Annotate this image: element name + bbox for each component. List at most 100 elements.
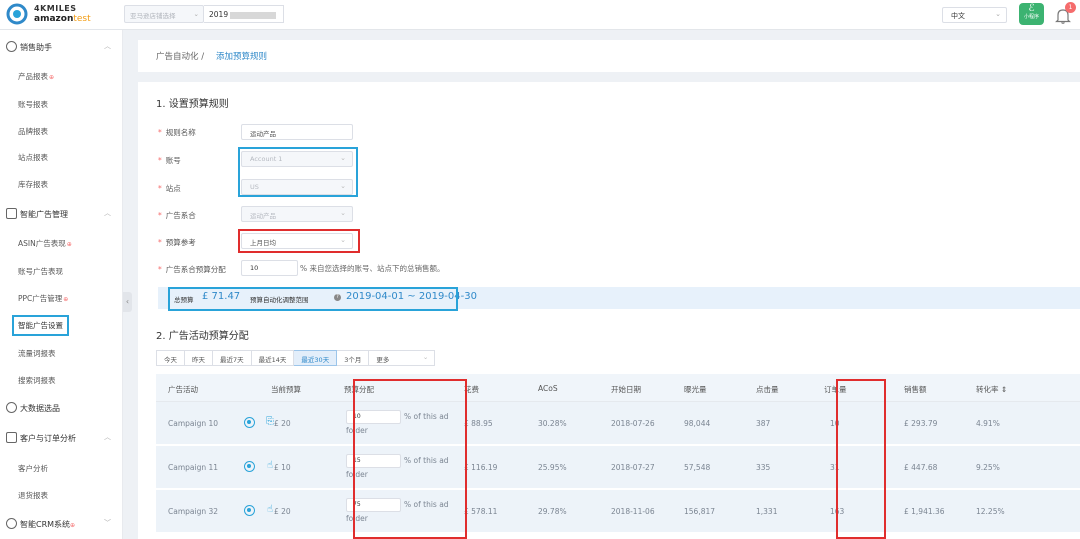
brand-logo[interactable]: 4KMILES amazontest xyxy=(6,3,116,27)
rule-name-label: * 规则名称 xyxy=(158,128,196,137)
sidebar-item-product-report[interactable]: 产品报表⊕ xyxy=(18,71,54,82)
ad-portfolio-label: * 广告系合 xyxy=(158,211,196,220)
col-acos: ACoS xyxy=(538,384,558,393)
mini-program-button[interactable]: ℰ 小程序 xyxy=(1019,3,1044,25)
portfolio-budget-input[interactable]: 10 xyxy=(241,260,298,276)
chevron-down-icon: ⌄ xyxy=(995,10,1001,18)
clicks: 387 xyxy=(756,419,771,428)
impressions: 156,817 xyxy=(684,507,716,516)
orders-icon xyxy=(6,432,17,443)
spend: £ 578.11 xyxy=(464,507,498,516)
sidebar-collapse-toggle[interactable]: ‹ xyxy=(123,292,132,312)
account-label: * 账号 xyxy=(158,156,181,165)
date-range-picker[interactable]: 2019 xyxy=(204,5,284,23)
table-row: Campaign 11 ☝ £ 10 15 % of this ad folde… xyxy=(156,446,1080,489)
impressions: 57,548 xyxy=(684,463,711,472)
breadcrumb-current: 添加预算规则 xyxy=(216,52,268,62)
settings-icon[interactable] xyxy=(244,417,255,428)
globe-icon xyxy=(6,402,17,413)
sidebar-item-traffic-words[interactable]: 流量词报表 xyxy=(18,348,56,359)
tab-today[interactable]: 今天 xyxy=(156,350,185,366)
tab-last-7-days[interactable]: 最近7天 xyxy=(213,350,252,366)
impressions: 98,044 xyxy=(684,419,711,428)
sidebar-item-asin-ads[interactable]: ASIN广告表现⊕ xyxy=(18,238,72,249)
hot-icon: ⊕ xyxy=(70,522,76,529)
dashboard-icon xyxy=(6,41,17,52)
sales: £ 293.79 xyxy=(904,419,938,428)
portfolio-budget-label: * 广告系合预算分配 xyxy=(158,265,226,274)
hot-icon: ⊕ xyxy=(49,74,55,81)
settings-icon[interactable] xyxy=(244,505,255,516)
section-title-set-rule: 1. 设置预算规则 xyxy=(156,99,229,110)
account-select[interactable]: 亚马逊店铺选择 ⌄ xyxy=(124,5,204,23)
budget-reference-label: * 预算参考 xyxy=(158,238,196,247)
col-conversion-rate[interactable]: 转化率 ⇕ xyxy=(976,384,1007,395)
settings-icon[interactable] xyxy=(244,461,255,472)
tab-last-14-days[interactable]: 最近14天 xyxy=(251,350,295,366)
hot-icon: ⊕ xyxy=(63,296,69,303)
sidebar-group-big-data[interactable]: 大数据选品 xyxy=(0,398,123,418)
sidebar-item-search-terms[interactable]: 搜索词报表 xyxy=(18,375,56,386)
sidebar-group-sales-assistant[interactable]: 销售助手 ︿ xyxy=(0,37,123,57)
breadcrumb-parent[interactable]: 广告自动化 / xyxy=(156,50,204,62)
col-current-budget: 当前预算 xyxy=(271,385,301,394)
acos: 25.95% xyxy=(538,463,567,472)
tab-3-months[interactable]: 3个月 xyxy=(337,350,370,366)
tab-yesterday[interactable]: 昨天 xyxy=(185,350,213,366)
chevron-up-icon: ︿ xyxy=(104,433,111,441)
sidebar-item-smart-ad-settings[interactable]: 智能广告设置 xyxy=(12,315,69,336)
conversion-rate: 4.91% xyxy=(976,419,1000,428)
col-sales[interactable]: 销售额 xyxy=(904,384,927,395)
rule-name-input[interactable]: 运动产品 xyxy=(241,124,353,140)
portfolio-budget-note: % 来自您选择的账号、站点下的总销售额。 xyxy=(300,264,445,273)
redacted-date xyxy=(230,11,277,19)
campaign-name[interactable]: Campaign 10 xyxy=(168,419,218,428)
chevron-down-icon: ⌄ xyxy=(340,209,346,217)
campaign-name[interactable]: Campaign 11 xyxy=(168,463,218,472)
brand-name: 4KMILES xyxy=(34,4,77,13)
chevron-up-icon: ︿ xyxy=(104,42,111,50)
breadcrumb: 广告自动化 / 添加预算规则 xyxy=(138,40,1080,72)
highlight-budget-summary xyxy=(168,287,458,311)
sidebar-item-returns-report[interactable]: 退货报表 xyxy=(18,490,48,501)
sidebar: 销售助手 ︿ 产品报表⊕ 账号报表 品牌报表 站点报表 库存报表 智能广告管理 … xyxy=(0,30,123,539)
chevron-down-icon: ﹀ xyxy=(104,519,111,527)
campaign-name[interactable]: Campaign 32 xyxy=(168,507,218,516)
sidebar-item-account-ads[interactable]: 账号广告表现 xyxy=(18,266,63,277)
start-date: 2018-07-27 xyxy=(611,463,655,472)
sales: £ 447.68 xyxy=(904,463,938,472)
table-row: Campaign 32 ☝ £ 20 75 % of this ad folde… xyxy=(156,490,1080,533)
crm-icon xyxy=(6,518,17,529)
sidebar-item-account-report[interactable]: 账号报表 xyxy=(18,99,48,110)
col-campaign: 广告活动 xyxy=(168,385,198,394)
clicks: 335 xyxy=(756,463,771,472)
sidebar-item-customer-analysis[interactable]: 客户分析 xyxy=(18,463,48,474)
ads-icon xyxy=(6,208,17,219)
sidebar-item-brand-report[interactable]: 品牌报表 xyxy=(18,126,48,137)
conversion-rate: 12.25% xyxy=(976,507,1005,516)
sales: £ 1,941.36 xyxy=(904,507,945,516)
highlight-budget-reference xyxy=(238,229,360,253)
sidebar-item-ppc-management[interactable]: PPC广告管理⊕ xyxy=(18,293,68,304)
acos: 29.78% xyxy=(538,507,567,516)
clicks: 1,331 xyxy=(756,507,778,516)
ad-portfolio-select[interactable]: 运动产品 ⌄ xyxy=(241,206,353,222)
sidebar-group-smart-ads[interactable]: 智能广告管理 ︿ xyxy=(0,204,123,224)
col-impressions: 曝光量 xyxy=(684,385,707,394)
sidebar-item-site-report[interactable]: 站点报表 xyxy=(18,152,48,163)
brand-subname: amazontest xyxy=(34,14,91,24)
tab-last-30-days[interactable]: 最近30天 xyxy=(294,350,338,366)
more-range-select[interactable]: 更多 ⌄ xyxy=(369,350,436,366)
highlight-account-site xyxy=(238,147,358,197)
col-start-date: 开始日期 xyxy=(611,385,641,394)
chevron-up-icon: ︿ xyxy=(104,209,111,217)
highlight-orders-column xyxy=(836,379,886,539)
start-date: 2018-11-06 xyxy=(611,507,655,516)
sidebar-group-crm[interactable]: 智能CRM系统⊕ ﹀ xyxy=(0,514,123,534)
col-clicks: 点击量 xyxy=(756,385,779,394)
date-range-tabs: 今天 昨天 最近7天 最近14天 最近30天 3个月 更多 ⌄ xyxy=(156,350,436,366)
language-select[interactable]: 中文 ⌄ xyxy=(942,7,1007,23)
sidebar-group-customer-orders[interactable]: 客户与订单分析 ︿ xyxy=(0,428,123,448)
brand-logo-icon xyxy=(6,3,28,25)
sidebar-item-inventory-report[interactable]: 库存报表 xyxy=(18,179,48,190)
